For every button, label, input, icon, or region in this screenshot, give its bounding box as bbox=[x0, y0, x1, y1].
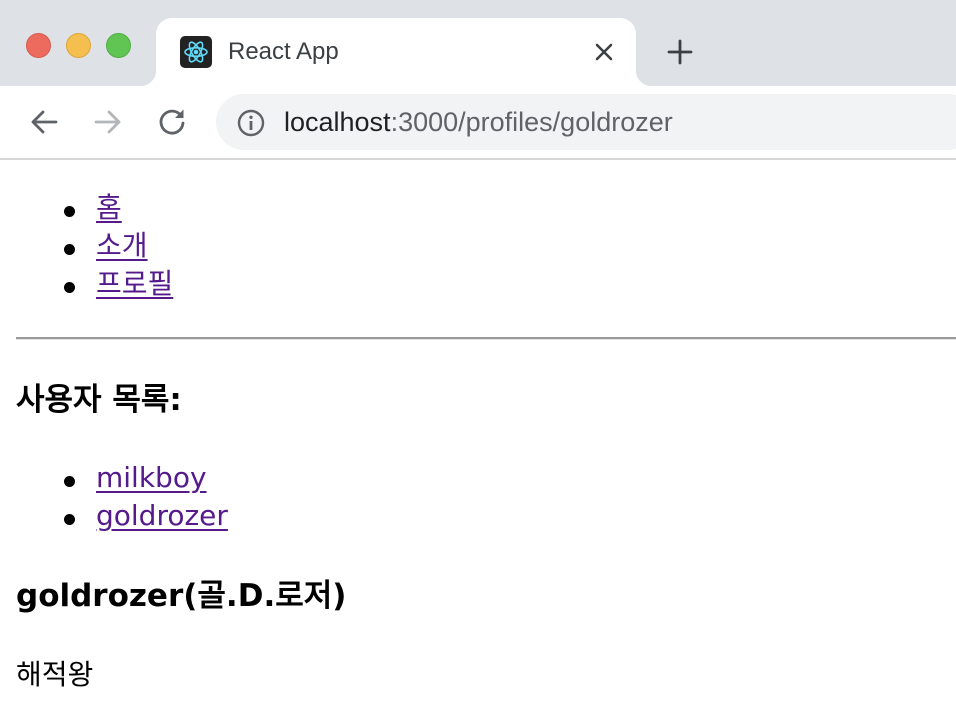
profile-name-heading: goldrozer(골.D.로저) bbox=[16, 578, 347, 614]
info-icon[interactable] bbox=[236, 108, 266, 138]
home-link[interactable]: 홈 bbox=[96, 191, 122, 224]
tab-title: React App bbox=[228, 38, 339, 65]
close-tab-icon[interactable] bbox=[592, 40, 616, 64]
nav-item-profile: 프로필 bbox=[63, 265, 173, 303]
user-link-milkboy[interactable]: milkboy bbox=[96, 461, 207, 494]
url-path: :3000/profiles/goldrozer bbox=[390, 107, 673, 137]
browser-tab[interactable]: React App bbox=[140, 18, 652, 86]
close-window-button[interactable] bbox=[26, 33, 51, 58]
tab-strip: React App bbox=[0, 0, 956, 86]
nav-item-about: 소개 bbox=[64, 227, 148, 265]
back-arrow-icon[interactable] bbox=[26, 104, 62, 140]
user-list-item: milkboy bbox=[64, 459, 207, 497]
maximize-window-button[interactable] bbox=[106, 33, 131, 58]
address-bar[interactable]: localhost:3000/profiles/goldrozer bbox=[216, 94, 956, 150]
user-list-item: goldrozer bbox=[64, 497, 228, 535]
new-tab-icon[interactable] bbox=[664, 36, 696, 68]
react-logo-icon bbox=[180, 36, 212, 68]
horizontal-rule bbox=[16, 337, 956, 340]
url-host: localhost bbox=[284, 107, 391, 137]
url-text[interactable]: localhost:3000/profiles/goldrozer bbox=[284, 105, 673, 139]
user-list-heading: 사용자 목록: bbox=[16, 382, 182, 418]
minimize-window-button[interactable] bbox=[66, 33, 91, 58]
forward-arrow-icon[interactable] bbox=[90, 104, 126, 140]
nav-item-home: 홈 bbox=[64, 189, 122, 227]
profile-link[interactable]: 프로필 bbox=[96, 267, 173, 300]
reload-icon[interactable] bbox=[154, 104, 190, 140]
about-link[interactable]: 소개 bbox=[96, 229, 148, 262]
page-content: 홈 소개 프로필 사용자 목록: milkboy goldrozer goldr… bbox=[0, 160, 956, 710]
browser-toolbar: localhost:3000/profiles/goldrozer bbox=[0, 86, 956, 160]
profile-description: 해적왕 bbox=[16, 658, 94, 691]
user-link-goldrozer[interactable]: goldrozer bbox=[96, 499, 228, 532]
